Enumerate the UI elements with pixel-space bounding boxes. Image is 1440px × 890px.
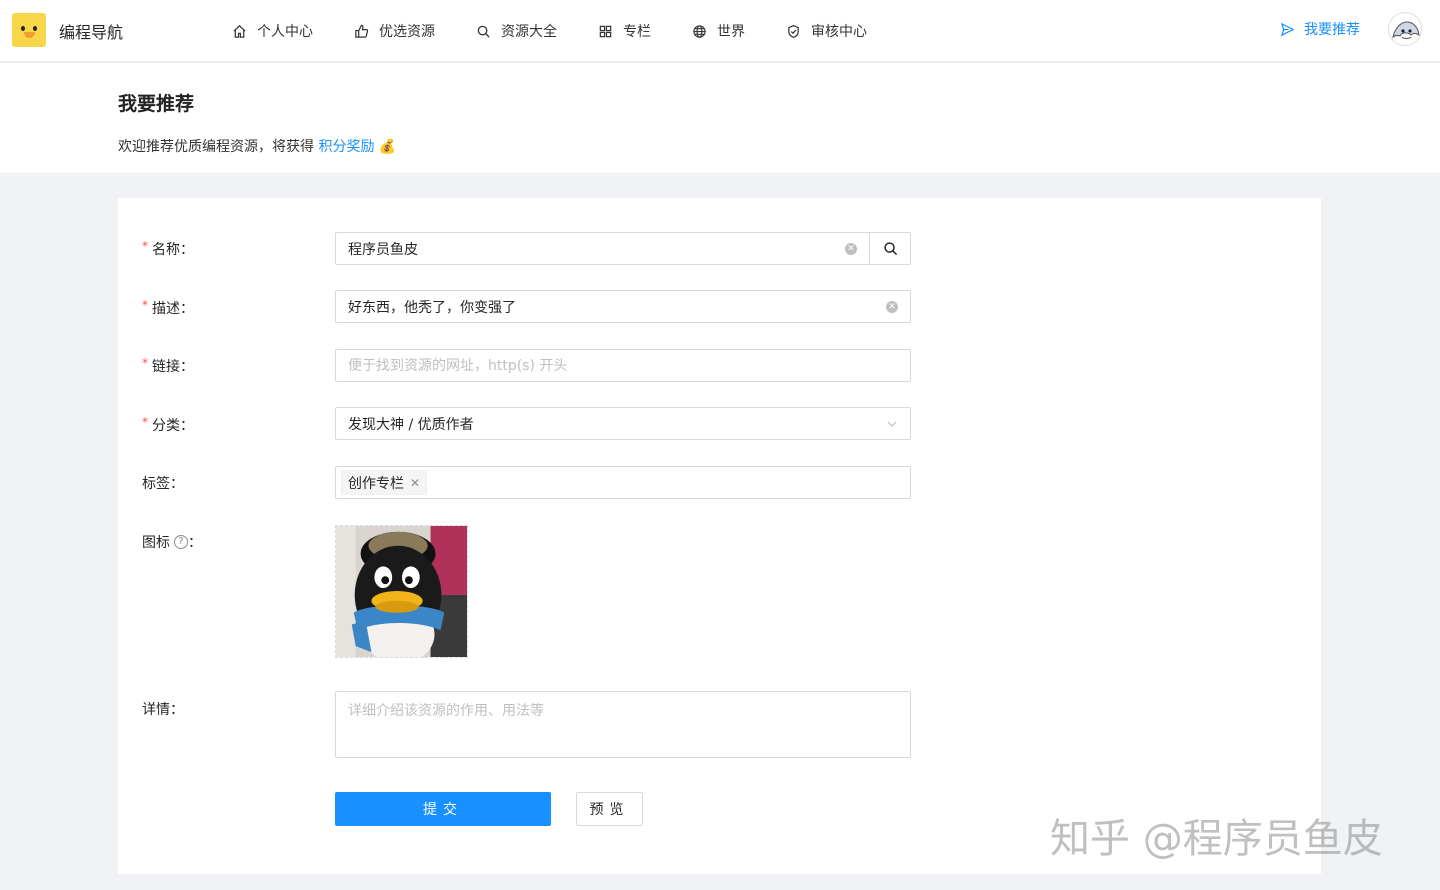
category-value: 发现大神 / 优质作者 <box>348 416 474 433</box>
globe-icon <box>693 24 706 38</box>
nav-item-review-center[interactable]: 审核中心 <box>786 0 867 62</box>
preview-button[interactable]: 预览 <box>576 792 643 826</box>
page-subtitle: 欢迎推荐优质编程资源，将获得 积分奖励 💰 <box>118 136 396 156</box>
main-nav: 个人中心 优选资源 资源大全 专栏 世界 审核中心 <box>232 0 908 62</box>
money-bag-icon: 💰 <box>378 139 397 155</box>
link-label: * 链接： <box>142 356 194 375</box>
subtitle-text: 欢迎推荐优质编程资源，将获得 <box>118 139 314 155</box>
category-label: * 分类： <box>142 415 194 434</box>
clear-icon[interactable]: ✕ <box>845 242 857 255</box>
grid-icon <box>599 25 612 37</box>
detail-label: 详情： <box>142 702 184 718</box>
chevron-down-icon <box>887 421 897 427</box>
question-circle-icon[interactable]: ? <box>174 535 188 549</box>
home-icon <box>233 24 246 38</box>
points-reward-link[interactable]: 积分奖励 <box>318 139 374 155</box>
required-mark: * <box>142 298 148 312</box>
nav-item-world[interactable]: 世界 <box>692 0 745 62</box>
recommend-link[interactable]: 我要推荐 <box>1280 19 1360 39</box>
tag-item: 创作专栏 ✕ <box>341 470 428 495</box>
detail-textarea[interactable] <box>336 692 910 757</box>
search-icon <box>477 25 490 38</box>
thumbs-up-icon <box>355 24 369 38</box>
top-navbar: 编程导航 个人中心 优选资源 资源大全 专栏 世界 审核中心 我要推荐 <box>0 0 1440 62</box>
clear-icon[interactable]: ✕ <box>886 300 898 313</box>
name-label: * 名称： <box>142 239 194 258</box>
required-mark: * <box>142 415 148 429</box>
logo[interactable] <box>12 13 46 47</box>
nav-item-label: 审核中心 <box>811 24 867 40</box>
send-icon <box>1280 22 1295 36</box>
shield-check-icon <box>788 24 799 38</box>
avatar[interactable] <box>1388 12 1422 46</box>
tag-remove-icon[interactable]: ✕ <box>410 476 420 490</box>
icon-upload[interactable] <box>335 525 468 658</box>
detail-field <box>335 691 911 758</box>
tags-field[interactable]: 创作专栏 ✕ <box>335 466 911 499</box>
link-field <box>335 349 911 382</box>
recommend-form: * 名称： ✕ * 描述： ✕ * 链接： * 分类： 发现大神 / 优质作者 … <box>118 198 1321 874</box>
search-icon <box>883 242 897 256</box>
name-field: ✕ <box>335 232 911 265</box>
nav-item-label: 资源大全 <box>501 24 557 40</box>
name-search-button[interactable] <box>869 232 910 265</box>
nav-item-featured[interactable]: 优选资源 <box>354 0 435 62</box>
recommend-label: 我要推荐 <box>1304 22 1360 38</box>
tags-label: 标签： <box>142 476 184 492</box>
nav-item-columns[interactable]: 专栏 <box>598 0 651 62</box>
nav-item-label: 世界 <box>717 24 745 40</box>
page-title: 我要推荐 <box>118 93 195 115</box>
nav-item-all-resources[interactable]: 资源大全 <box>476 0 557 62</box>
submit-button[interactable]: 提交 <box>335 792 551 826</box>
brand-name[interactable]: 编程导航 <box>59 19 123 43</box>
nav-item-profile[interactable]: 个人中心 <box>232 0 313 62</box>
description-label: * 描述： <box>142 298 194 317</box>
uploaded-penguin-image <box>336 526 467 657</box>
page-header: 我要推荐 欢迎推荐优质编程资源，将获得 积分奖励 💰 <box>0 63 1440 173</box>
nav-item-label: 专栏 <box>623 24 651 40</box>
avatar-image <box>1392 21 1420 39</box>
description-input[interactable] <box>336 291 886 322</box>
required-mark: * <box>142 239 148 253</box>
link-input[interactable] <box>336 350 910 381</box>
description-field: ✕ <box>335 290 911 323</box>
name-input[interactable] <box>336 233 845 264</box>
tag-label: 创作专栏 <box>348 475 404 492</box>
category-select[interactable]: 发现大神 / 优质作者 <box>335 407 911 440</box>
nav-item-label: 个人中心 <box>257 24 313 40</box>
nav-item-label: 优选资源 <box>379 24 435 40</box>
watermark: 知乎 @程序员鱼皮 <box>1050 816 1383 862</box>
required-mark: * <box>142 356 148 370</box>
icon-label: 图标 ? ： <box>142 535 202 551</box>
